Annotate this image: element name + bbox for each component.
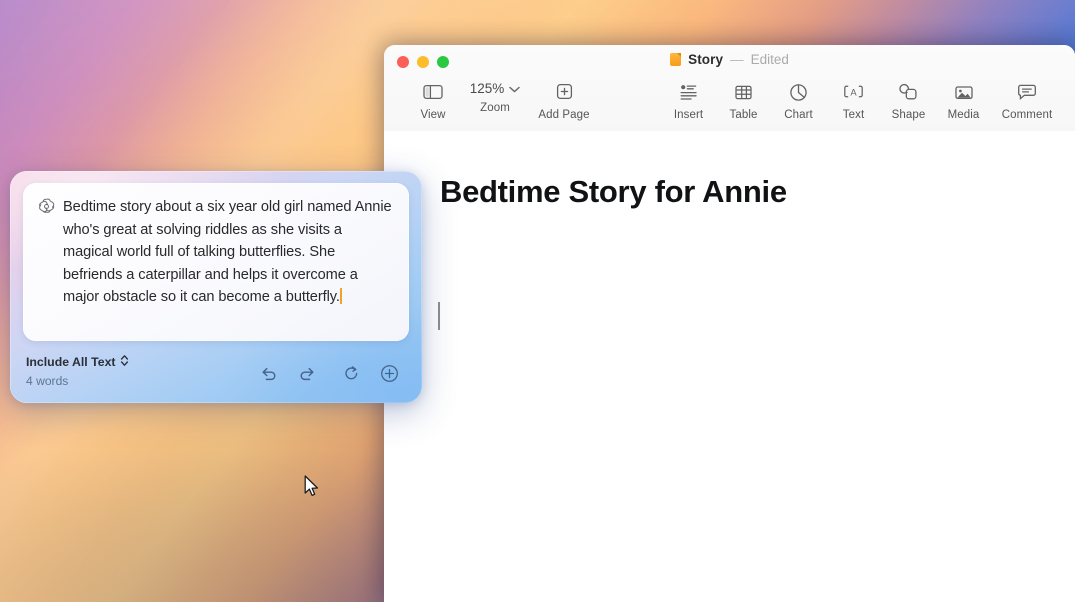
toolbar-button-comment[interactable]: Comment xyxy=(991,78,1063,121)
toolbar-label-view: View xyxy=(420,109,445,121)
toolbar-label-text: Text xyxy=(843,109,865,121)
toolbar-button-media[interactable]: Media xyxy=(936,78,991,121)
toolbar-label-chart: Chart xyxy=(784,109,813,121)
regenerate-button[interactable] xyxy=(332,363,370,389)
ai-prompt-card[interactable]: Bedtime story about a six year old girl … xyxy=(23,183,409,341)
toolbar-label-table: Table xyxy=(730,109,758,121)
undo-button[interactable] xyxy=(250,363,288,389)
plus-square-icon xyxy=(555,81,574,103)
edited-status: Edited xyxy=(751,52,789,67)
toolbar-button-table[interactable]: Table xyxy=(716,78,771,121)
zoom-value-row: 125% xyxy=(470,81,521,96)
toolbar-button-insert[interactable]: Insert xyxy=(661,78,716,121)
ai-prompt-value: Bedtime story about a six year old girl … xyxy=(63,199,392,305)
speech-bubble-icon xyxy=(1017,81,1037,103)
sidebar-icon xyxy=(423,81,443,103)
toolbar-label-comment: Comment xyxy=(1002,109,1053,121)
title-dash: — xyxy=(730,52,744,67)
insert-list-icon xyxy=(679,81,699,103)
chevron-down-icon xyxy=(509,81,520,96)
plus-circle-icon xyxy=(380,364,399,388)
updown-chevron-icon xyxy=(120,354,129,371)
shapes-icon xyxy=(899,81,919,103)
ai-source-row: Include All Text xyxy=(26,354,129,371)
ai-writing-tools-popup: Bedtime story about a six year old girl … xyxy=(10,171,422,403)
document-name: Story xyxy=(688,52,723,67)
text-insertion-caret xyxy=(438,302,440,330)
pages-document-icon xyxy=(670,53,681,66)
toolbar-label-zoom: Zoom xyxy=(480,102,510,114)
ai-source-selector[interactable]: Include All Text 4 words xyxy=(26,354,129,389)
document-canvas[interactable]: Bedtime Story for Annie xyxy=(384,131,1075,602)
ai-text-caret xyxy=(340,288,342,304)
ai-popup-footer: Include All Text 4 words xyxy=(26,354,408,389)
ai-word-count: 4 words xyxy=(26,374,129,389)
text-box-icon: A xyxy=(843,81,864,103)
toolbar-right-group: Insert Table xyxy=(661,78,1075,121)
pie-chart-icon xyxy=(789,81,808,103)
toolbar-label-media: Media xyxy=(948,109,980,121)
redo-arrow-icon xyxy=(298,366,316,387)
photo-icon xyxy=(954,81,974,103)
window-titlebar: Story — Edited View xyxy=(384,45,1075,132)
toolbar-button-chart[interactable]: Chart xyxy=(771,78,826,121)
ai-action-buttons xyxy=(250,363,408,389)
zoom-percentage: 125% xyxy=(470,81,505,96)
window-title: Story — Edited xyxy=(384,52,1075,67)
toolbar-label-shape: Shape xyxy=(892,109,926,121)
toolbar-label-insert: Insert xyxy=(674,109,703,121)
toolbar-button-zoom[interactable]: 125% Zoom xyxy=(464,78,526,121)
redo-button[interactable] xyxy=(288,363,326,389)
undo-arrow-icon xyxy=(260,366,278,387)
document-heading: Bedtime Story for Annie xyxy=(440,174,787,210)
toolbar-label-add-page: Add Page xyxy=(538,109,589,121)
ai-source-label: Include All Text xyxy=(26,355,116,370)
openai-logo-icon xyxy=(37,197,56,221)
toolbar-left-group: View 125% Zoom xyxy=(384,78,602,121)
toolbar-button-view[interactable]: View xyxy=(402,78,464,121)
toolbar-button-add-page[interactable]: Add Page xyxy=(526,78,602,121)
app-toolbar: View 125% Zoom xyxy=(384,78,1075,130)
pages-app-window: Story — Edited View xyxy=(384,45,1075,602)
svg-text:A: A xyxy=(850,86,857,97)
toolbar-button-shape[interactable]: Shape xyxy=(881,78,936,121)
refresh-arrow-icon xyxy=(343,365,360,387)
insert-button[interactable] xyxy=(370,363,408,389)
toolbar-button-text[interactable]: A Text xyxy=(826,78,881,121)
table-grid-icon xyxy=(734,81,753,103)
ai-prompt-body: Bedtime story about a six year old girl … xyxy=(37,196,393,309)
ai-prompt-text: Bedtime story about a six year old girl … xyxy=(63,196,393,309)
